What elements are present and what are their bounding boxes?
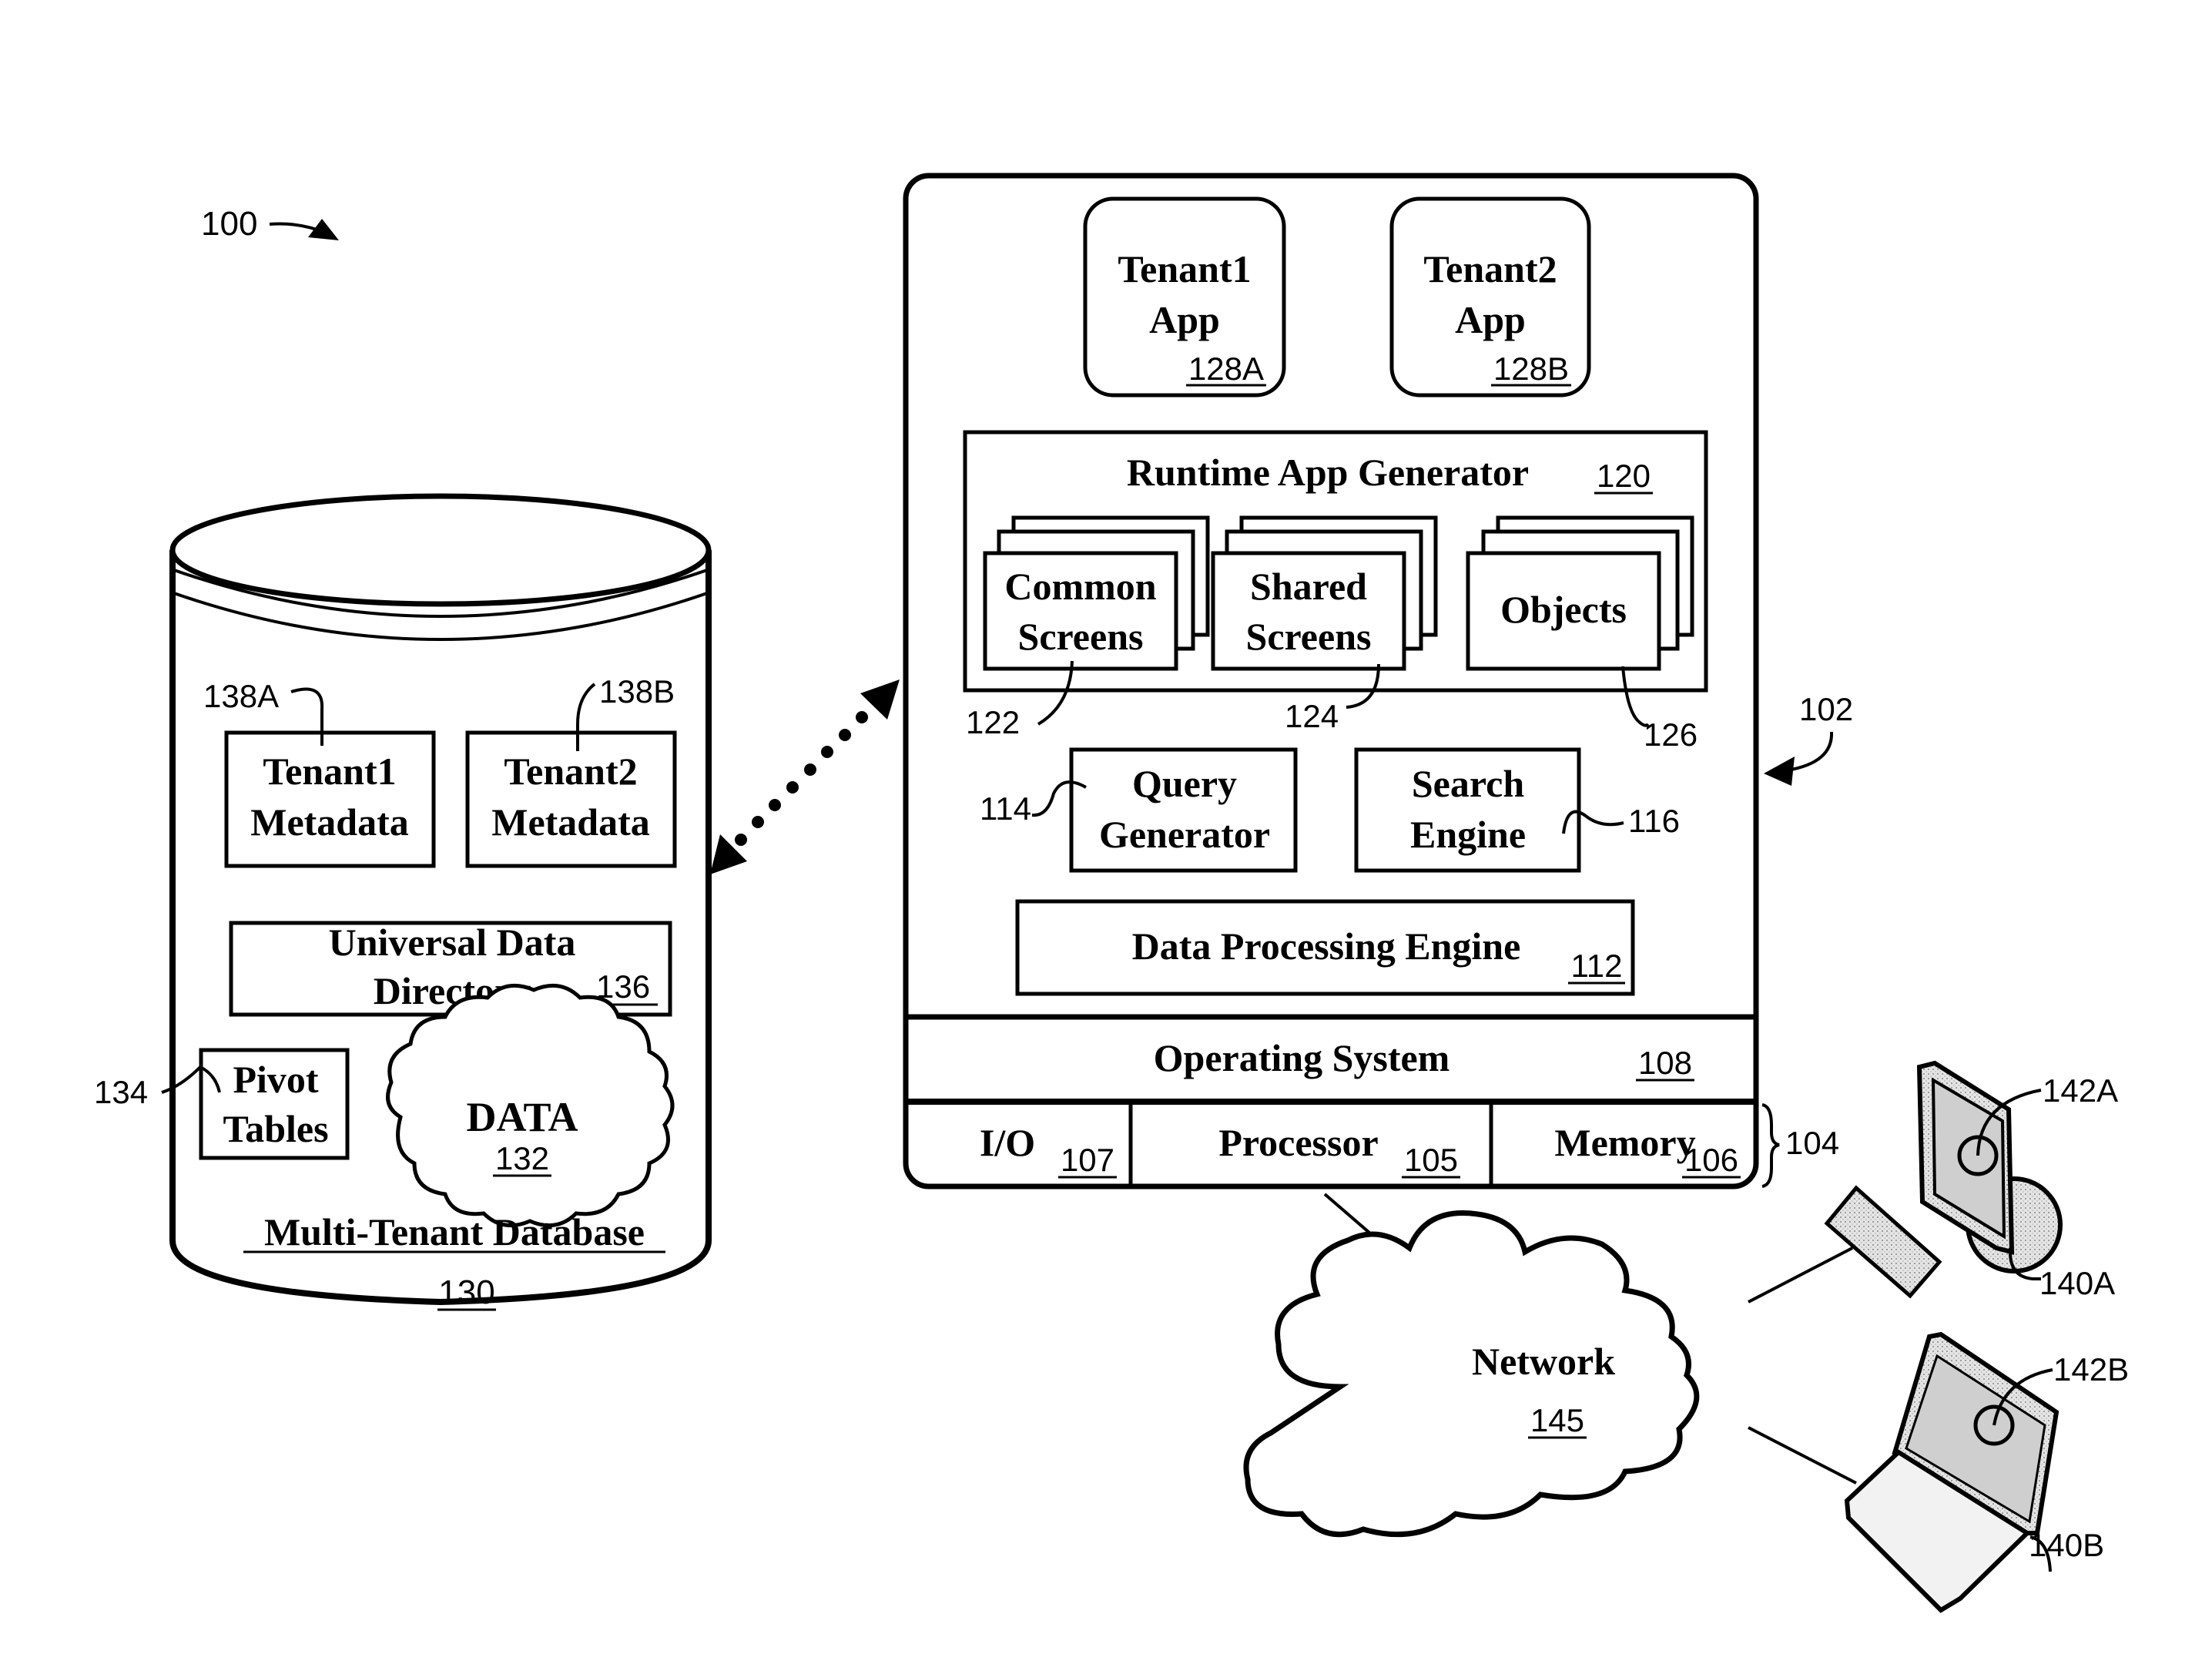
tenant2-metadata-line1: Tenant2 — [504, 750, 637, 793]
network-ref: 145 — [1530, 1402, 1584, 1438]
query-generator-line1: Query — [1132, 762, 1237, 805]
network-label: Network — [1472, 1340, 1615, 1383]
search-engine-ref: 116 — [1628, 803, 1680, 839]
desktop-client[interactable]: 142A 140A — [1748, 1060, 2118, 1304]
server-reference: 102 — [1764, 691, 1853, 786]
multi-tenant-database: Tenant1 Metadata 138A Tenant2 Metadata 1… — [94, 493, 712, 1311]
data-processing-engine[interactable]: Data Processing Engine 112 — [1015, 899, 1635, 996]
objects-ref: 126 — [1644, 716, 1698, 753]
data-processing-engine-label: Data Processing Engine — [1132, 924, 1521, 968]
figure-ref-label: 100 — [201, 205, 257, 243]
shared-screens-line1: Shared — [1250, 565, 1367, 608]
memory-label: Memory — [1554, 1121, 1695, 1164]
desktop-device-ref: 140A — [2039, 1265, 2115, 1301]
pivot-tables[interactable]: Pivot Tables 134 — [94, 1048, 350, 1160]
system-diagram: 100 Tenant1 Metadata 138A Tenant2 Metada… — [94, 173, 2129, 1613]
processor-label: Processor — [1218, 1121, 1378, 1164]
network-link — [1748, 1426, 1857, 1485]
tenant1-app[interactable]: Tenant1 App 128A — [1083, 196, 1286, 398]
processor-ref: 105 — [1404, 1142, 1458, 1178]
operating-system-ref: 108 — [1638, 1045, 1692, 1081]
dotted-connector — [735, 711, 868, 846]
tenant1-app-ref: 128A — [1188, 351, 1264, 387]
data-cloud[interactable]: DATA 132 — [386, 983, 675, 1228]
network[interactable]: Network 145 — [1243, 1193, 1700, 1538]
tenant1-metadata-ref: 138A — [203, 678, 279, 714]
tenant1-metadata-line1: Tenant1 — [263, 750, 396, 793]
laptop-client[interactable]: 142B 140B — [1748, 1331, 2129, 1613]
tenant1-app-line1: Tenant1 — [1118, 247, 1251, 290]
server: Tenant1 App 128A Tenant2 App 128B Runtim… — [903, 173, 1853, 1189]
tenant2-app-ref: 128B — [1493, 351, 1569, 387]
tenant2-app[interactable]: Tenant2 App 128B — [1389, 196, 1591, 398]
objects-label: Objects — [1500, 588, 1627, 631]
universal-data-directory-line1: Universal Data — [329, 921, 576, 964]
hardware-ref: 104 — [1785, 1125, 1839, 1161]
common-screens-line2: Screens — [1018, 615, 1144, 658]
laptop-device-ref: 140B — [2029, 1527, 2104, 1563]
memory-ref: 106 — [1684, 1142, 1738, 1178]
search-engine-line1: Search — [1412, 762, 1524, 805]
desktop-app-ref: 142A — [2043, 1072, 2118, 1109]
tenant2-metadata-ref: 138B — [599, 673, 675, 710]
data-cloud-ref: 132 — [495, 1140, 549, 1176]
data-cloud-label: DATA — [467, 1094, 578, 1140]
server-ref: 102 — [1799, 691, 1853, 727]
pivot-tables-line2: Tables — [223, 1107, 328, 1150]
database-top — [169, 493, 712, 607]
shared-screens-line2: Screens — [1246, 615, 1372, 658]
database-title: Multi-Tenant Database — [264, 1210, 645, 1253]
pivot-tables-line1: Pivot — [233, 1058, 318, 1101]
tenant1-app-line2: App — [1149, 298, 1220, 341]
tenant2-app-line2: App — [1455, 298, 1526, 341]
tenant2-metadata-line2: Metadata — [491, 800, 650, 844]
database-ref: 130 — [438, 1273, 494, 1311]
query-generator-ref: 114 — [980, 790, 1031, 827]
io-label: I/O — [980, 1121, 1035, 1164]
query-generator-line2: Generator — [1099, 813, 1270, 856]
common-screens-line1: Common — [1004, 565, 1156, 608]
pivot-tables-ref: 134 — [94, 1074, 148, 1110]
brace-icon — [1761, 1103, 1780, 1188]
search-engine-line2: Engine — [1410, 813, 1526, 856]
runtime-app-generator-ref: 120 — [1597, 458, 1651, 494]
data-processing-engine-ref: 112 — [1571, 948, 1623, 984]
db-server-connection — [710, 679, 900, 874]
arrow-head-icon — [1764, 757, 1795, 786]
shared-screens-ref: 124 — [1285, 698, 1339, 734]
figure-reference: 100 — [201, 205, 339, 243]
common-screens-ref: 122 — [966, 704, 1020, 740]
operating-system-label: Operating System — [1154, 1036, 1450, 1079]
runtime-app-generator-title: Runtime App Generator — [1127, 451, 1529, 494]
io-ref: 107 — [1061, 1142, 1114, 1178]
laptop-app-ref: 142B — [2053, 1351, 2129, 1387]
tenant2-app-line1: Tenant2 — [1423, 247, 1557, 290]
tenant1-metadata-line2: Metadata — [250, 800, 409, 844]
network-link — [1748, 1247, 1853, 1304]
